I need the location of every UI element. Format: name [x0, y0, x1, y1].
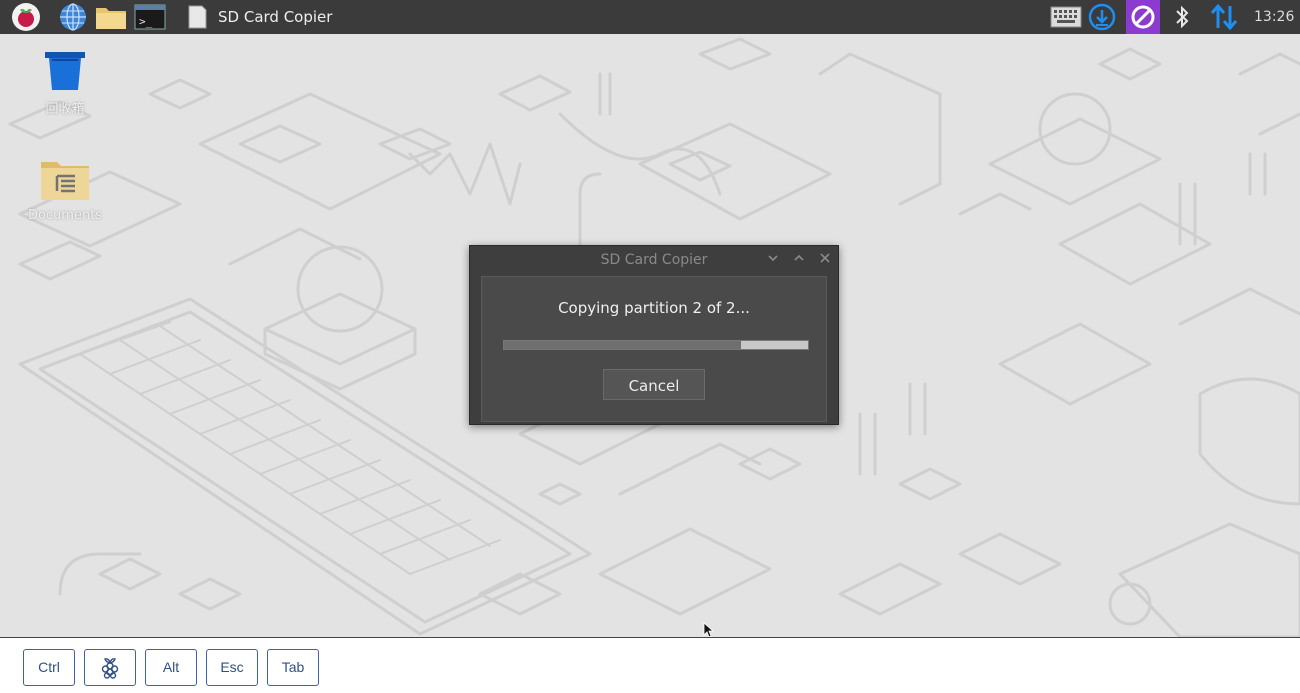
key-alt[interactable]: Alt [145, 649, 197, 686]
key-tab[interactable]: Tab [267, 649, 319, 686]
progress-bar-fill [504, 341, 741, 349]
folder-icon[interactable] [93, 0, 129, 34]
key-raspberry[interactable] [84, 649, 136, 686]
key-esc[interactable]: Esc [206, 649, 258, 686]
dialog-body: Copying partition 2 of 2... Cancel [481, 276, 827, 422]
network-arrows-icon[interactable] [1208, 0, 1240, 34]
close-icon[interactable] [816, 251, 834, 269]
progress-message: Copying partition 2 of 2... [558, 299, 750, 317]
sd-card-icon[interactable] [184, 0, 210, 34]
download-icon[interactable] [1086, 0, 1118, 34]
key-ctrl[interactable]: Ctrl [23, 649, 75, 686]
progress-bar [503, 340, 809, 350]
chevron-up-icon[interactable] [790, 251, 808, 269]
sd-card-copier-dialog: SD Card Copier Copying partition 2 of 2.… [469, 245, 839, 425]
onscreen-keyboard-bar: Ctrl Alt Esc Tab [0, 637, 1300, 693]
mouse-pointer-icon [703, 622, 715, 638]
raspberry-outline-icon [101, 658, 119, 679]
dialog-title[interactable]: SD Card Copier [470, 246, 838, 274]
terminal-icon[interactable]: >_ [132, 0, 168, 34]
raspberry-menu-icon[interactable] [8, 0, 44, 34]
active-task-title[interactable]: SD Card Copier [218, 0, 332, 34]
svg-text:>_: >_ [139, 15, 153, 28]
chevron-down-icon[interactable] [764, 251, 782, 269]
vnc-icon[interactable] [1126, 0, 1160, 34]
globe-icon[interactable] [55, 0, 91, 34]
bluetooth-icon[interactable] [1170, 0, 1194, 34]
cancel-button[interactable]: Cancel [603, 369, 705, 400]
keyboard-icon[interactable] [1049, 0, 1083, 34]
taskbar: >_ SD Card Copier 13:26 [0, 0, 1300, 34]
clock[interactable]: 13:26 [1254, 0, 1294, 34]
